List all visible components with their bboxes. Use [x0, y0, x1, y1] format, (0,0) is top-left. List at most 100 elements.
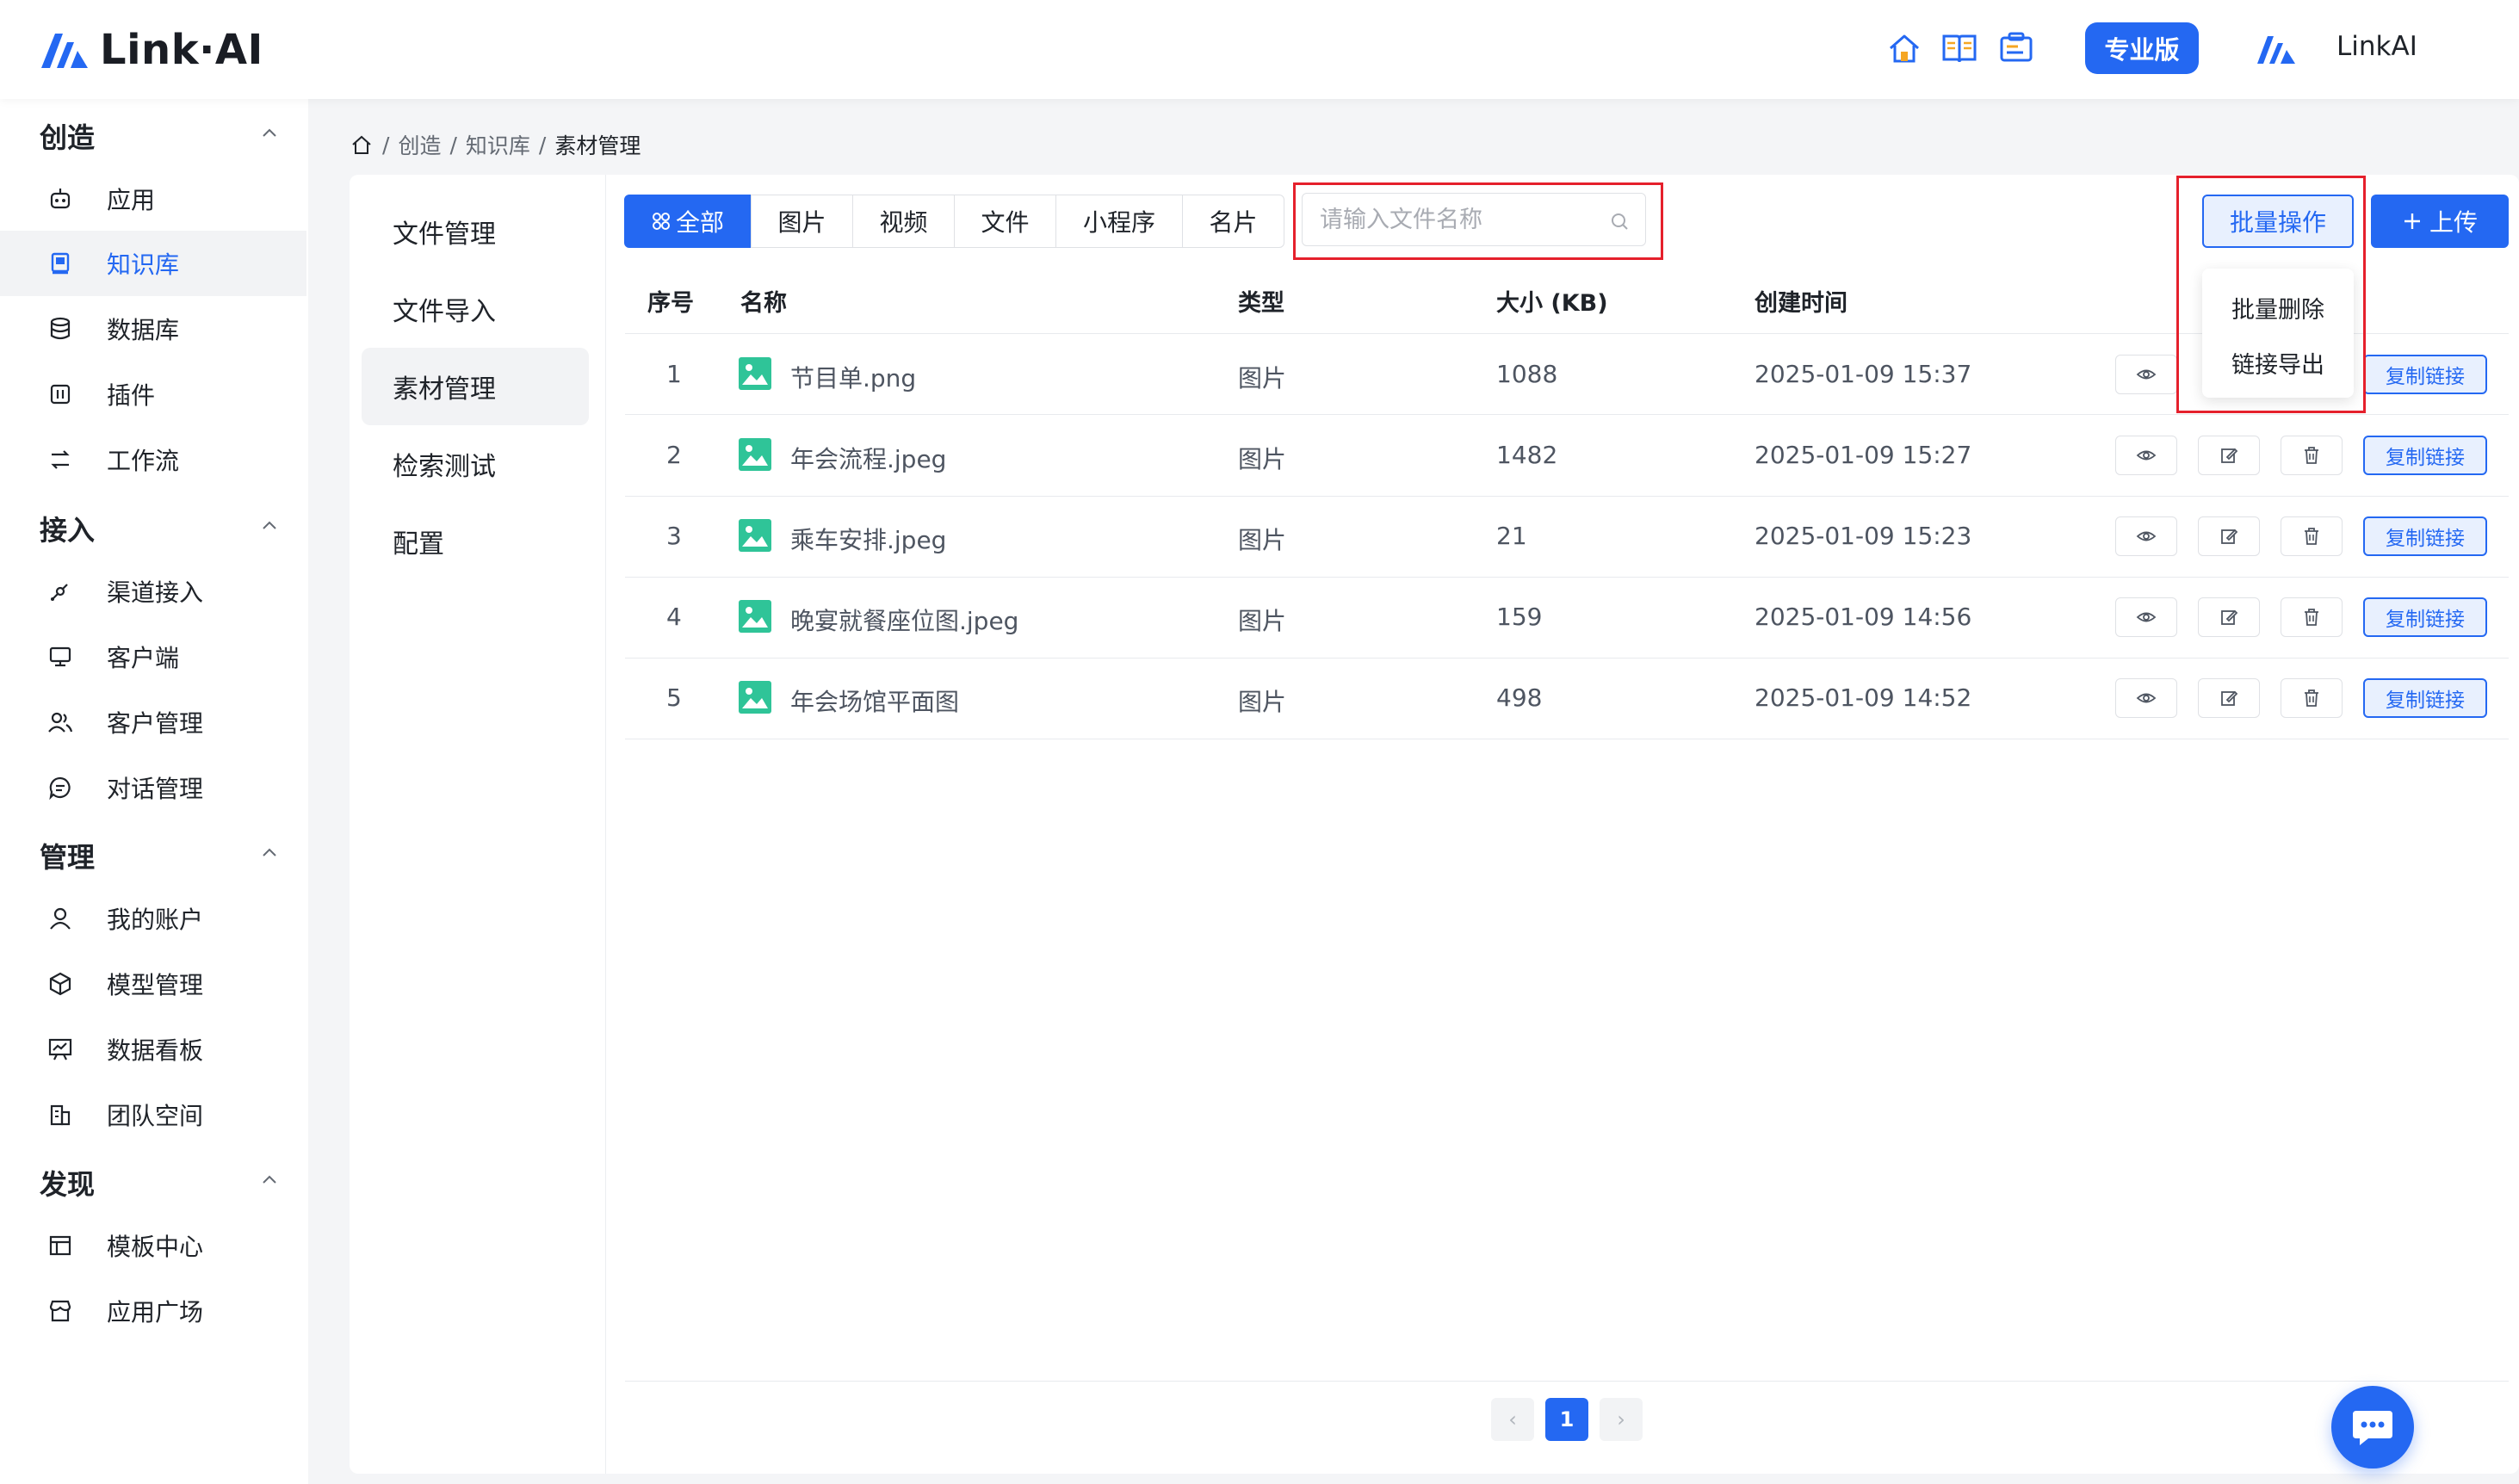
file-name[interactable]: 年会流程.jpeg: [790, 441, 946, 475]
chat-support-button[interactable]: [2331, 1386, 2414, 1469]
pagination-prev[interactable]: ‹: [1491, 1398, 1534, 1441]
sidebar-item-label: 渠道接入: [107, 578, 204, 607]
kb-nav-retrieval-test[interactable]: 检索测试: [362, 425, 589, 503]
trash-icon: [2305, 689, 2318, 707]
chevron-up-icon[interactable]: [260, 1173, 279, 1185]
pagination-next[interactable]: ›: [1600, 1398, 1643, 1441]
breadcrumb-create[interactable]: 创造: [398, 129, 441, 160]
monitor-icon: [49, 646, 71, 667]
users-icon: [48, 712, 73, 733]
chevron-up-icon[interactable]: [260, 846, 279, 858]
file-name[interactable]: 节目单.png: [790, 360, 916, 394]
kb-nav-config[interactable]: 配置: [362, 503, 589, 580]
card-icon[interactable]: [1997, 29, 2035, 67]
sidebar-item-label: 知识库: [107, 250, 180, 279]
kb-nav-file-management[interactable]: 文件管理: [362, 193, 589, 270]
sidebar-item-client[interactable]: 客户端: [0, 624, 306, 689]
file-name[interactable]: 乘车安排.jpeg: [790, 522, 946, 556]
preview-button[interactable]: [2115, 678, 2177, 718]
divider: [625, 414, 2509, 415]
preview-button[interactable]: [2115, 516, 2177, 556]
upload-button[interactable]: 上传: [2371, 195, 2509, 248]
preview-button[interactable]: [2115, 597, 2177, 637]
sidebar-item-label: 数据看板: [107, 1036, 204, 1065]
file-type: 图片: [1238, 445, 1287, 473]
tab-business-card[interactable]: 名片: [1182, 195, 1284, 248]
delete-button[interactable]: [2281, 678, 2343, 718]
eye-icon: [2136, 531, 2157, 541]
edit-icon: [2221, 609, 2238, 625]
sidebar-item-channels[interactable]: 渠道接入: [0, 559, 306, 624]
sidebar-item-dashboard[interactable]: 数据看板: [0, 1017, 306, 1082]
edit-icon: [2221, 529, 2238, 544]
divider: [625, 496, 2509, 497]
robot-icon: [50, 189, 71, 209]
tab-images[interactable]: 图片: [751, 195, 853, 248]
sidebar-item-database[interactable]: 数据库: [0, 296, 306, 362]
tab-all[interactable]: 全部: [624, 195, 752, 248]
tab-videos[interactable]: 视频: [852, 195, 955, 248]
preview-button[interactable]: [2115, 355, 2177, 394]
delete-button[interactable]: [2281, 597, 2343, 637]
copy-link-button[interactable]: 复制链接: [2363, 678, 2487, 718]
sidebar-item-customers[interactable]: 客户管理: [0, 689, 306, 755]
user-name[interactable]: LinkAI: [2336, 31, 2417, 62]
chevron-up-icon[interactable]: [260, 127, 279, 139]
delete-button[interactable]: [2281, 436, 2343, 475]
pro-version-badge[interactable]: 专业版: [2085, 22, 2199, 74]
file-name[interactable]: 晚宴就餐座位图.jpeg: [790, 603, 1018, 637]
sidebar-item-knowledge-base[interactable]: 知识库: [0, 231, 306, 296]
linkai-logo-icon: [41, 34, 88, 68]
user-avatar-icon[interactable]: [2256, 33, 2299, 65]
edit-icon: [2221, 448, 2238, 463]
edit-button[interactable]: [2198, 436, 2260, 475]
sidebar-item-models[interactable]: 模型管理: [0, 951, 306, 1017]
copy-link-button[interactable]: 复制链接: [2363, 597, 2487, 637]
sidebar-item-templates[interactable]: 模板中心: [0, 1213, 306, 1278]
home-icon[interactable]: [1885, 29, 1923, 67]
logo-text: Link·AI: [100, 26, 263, 74]
trash-icon: [2305, 447, 2318, 464]
created-time: 2025-01-09 14:56: [1755, 603, 1972, 631]
database-icon: [50, 317, 71, 340]
sidebar-item-label: 应用广场: [107, 1298, 204, 1326]
highlight-box: [1293, 182, 1663, 260]
book-icon[interactable]: [1940, 29, 1978, 67]
file-type: 图片: [1238, 526, 1287, 554]
copy-link-button[interactable]: 复制链接: [2363, 436, 2487, 475]
sidebar-item-workflow[interactable]: 工作流: [0, 427, 306, 492]
edit-button[interactable]: [2198, 597, 2260, 637]
sidebar-item-account[interactable]: 我的账户: [0, 886, 306, 951]
tab-mini-program[interactable]: 小程序: [1055, 195, 1183, 248]
created-time: 2025-01-09 15:37: [1755, 360, 1972, 388]
sidebar-item-label: 客户端: [107, 644, 180, 672]
sidebar-item-plugins[interactable]: 插件: [0, 362, 306, 427]
home-icon[interactable]: [350, 133, 374, 157]
sidebar-item-conversations[interactable]: 对话管理: [0, 755, 306, 820]
section-title-discover: 发现: [40, 1168, 96, 1201]
kb-nav-file-import[interactable]: 文件导入: [362, 270, 589, 348]
chevron-up-icon[interactable]: [260, 519, 279, 531]
file-name[interactable]: 年会场馆平面图: [790, 683, 959, 718]
chat-bubble-icon: [49, 776, 71, 801]
delete-button[interactable]: [2281, 516, 2343, 556]
workflow-icon: [51, 450, 70, 469]
preview-button[interactable]: [2115, 436, 2177, 475]
sidebar-item-apps[interactable]: 应用: [0, 166, 306, 232]
row-index: 4: [666, 603, 682, 631]
sidebar-item-team-space[interactable]: 团队空间: [0, 1082, 306, 1147]
tab-files[interactable]: 文件: [954, 195, 1056, 248]
created-time: 2025-01-09 15:27: [1755, 441, 1972, 469]
edit-button[interactable]: [2198, 678, 2260, 718]
kb-nav-material-management[interactable]: 素材管理: [362, 348, 589, 425]
brand-logo[interactable]: Link·AI: [38, 26, 263, 74]
copy-link-button[interactable]: 复制链接: [2363, 355, 2487, 394]
copy-link-button[interactable]: 复制链接: [2363, 516, 2487, 556]
pagination-page[interactable]: 1: [1545, 1398, 1588, 1441]
sidebar-item-label: 工作流: [107, 447, 180, 475]
edit-button[interactable]: [2198, 516, 2260, 556]
sidebar-item-label: 我的账户: [107, 906, 204, 934]
file-size: 498: [1496, 683, 1543, 712]
breadcrumb-knowledge-base[interactable]: 知识库: [466, 129, 530, 160]
sidebar-item-app-square[interactable]: 应用广场: [0, 1278, 306, 1344]
